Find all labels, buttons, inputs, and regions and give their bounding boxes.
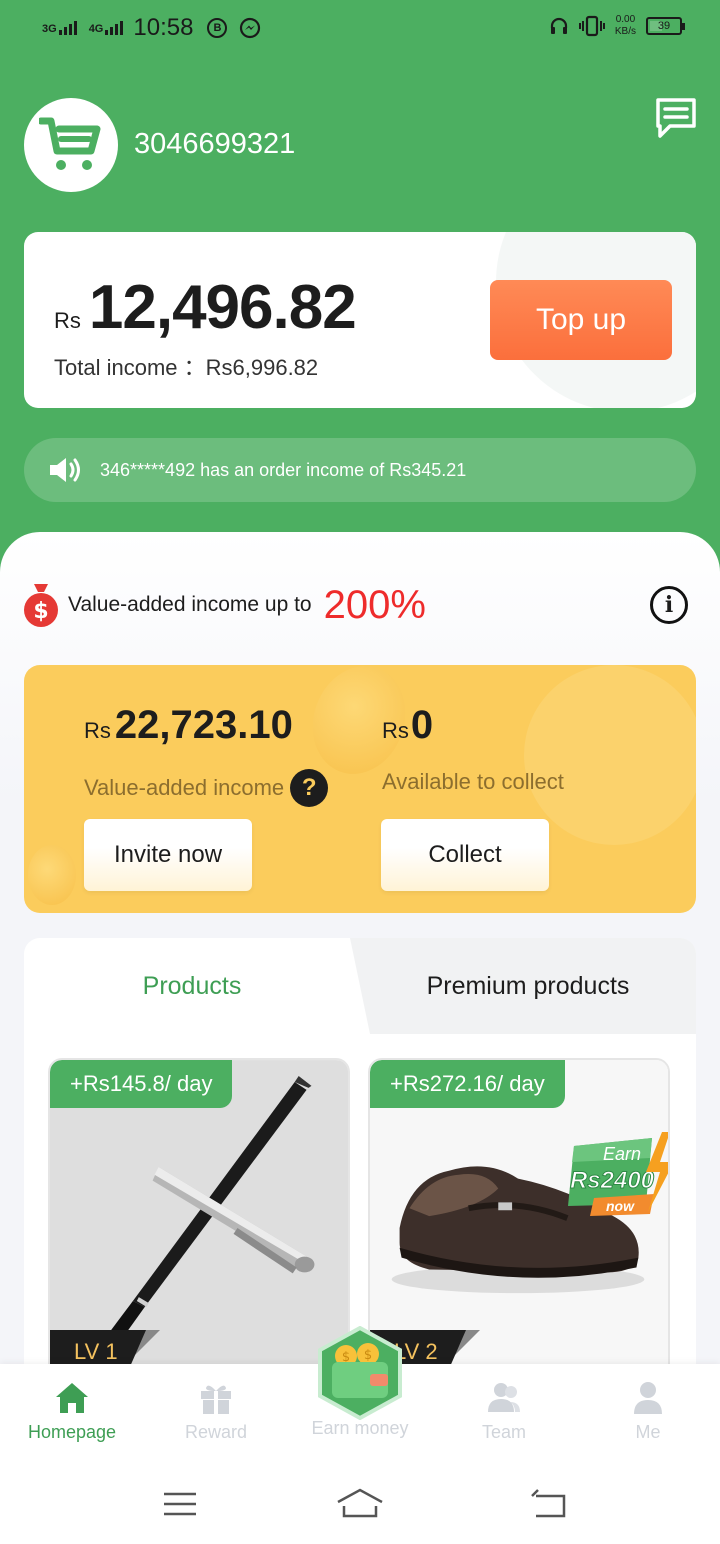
value-added-label: Value-added income ? — [84, 769, 329, 807]
nav-homepage[interactable]: Homepage — [0, 1380, 144, 1443]
messenger-icon — [240, 17, 261, 39]
promo-percent: 200% — [323, 582, 426, 627]
daily-income-tag: +Rs145.8/ day — [50, 1060, 233, 1108]
top-up-button[interactable]: Top up — [490, 280, 672, 360]
product-tabs: Products Premium products — [24, 938, 696, 1034]
battery-icon: 39 — [646, 17, 685, 35]
nav-me[interactable]: Me — [576, 1380, 720, 1443]
home-icon — [56, 1383, 88, 1413]
tab-premium-products[interactable]: Premium products — [360, 938, 696, 1034]
back-icon[interactable] — [528, 1484, 568, 1524]
question-icon[interactable]: ? — [290, 769, 329, 807]
daily-income-tag: +Rs272.16/ day — [370, 1060, 565, 1108]
available-label: Available to collect — [382, 769, 564, 794]
message-icon[interactable] — [654, 96, 698, 140]
info-icon[interactable]: i — [650, 586, 688, 624]
balance-card: Rs 12,496.82 Total income ：Rs6,996.82 To… — [24, 232, 696, 408]
person-icon — [634, 1382, 662, 1414]
tab-products[interactable]: Products — [24, 938, 360, 1034]
avatar[interactable] — [24, 98, 118, 192]
clock: 10:58 — [133, 14, 194, 41]
wallet-icon[interactable]: $ $ — [316, 1326, 404, 1420]
headphones-icon — [550, 17, 567, 34]
speaker-icon — [50, 458, 80, 482]
earn-badge-bottom: now — [606, 1198, 635, 1214]
signal-3g-icon: 3G — [42, 21, 77, 35]
balance-amount: 12,496.82 — [88, 273, 357, 342]
decor-circle — [524, 665, 696, 845]
value-added-card: Rs 22,723.10 Rs 0 Value-added income ? A… — [24, 665, 696, 913]
gift-icon — [201, 1385, 231, 1414]
earn-badge[interactable]: Earn Rs2400 now — [566, 1132, 670, 1228]
promo-row: $ Value-added income up to 200% — [22, 582, 426, 628]
balance-currency: Rs — [54, 308, 81, 333]
menu-icon[interactable] — [160, 1484, 200, 1524]
username: 3046699321 — [134, 128, 296, 160]
home-button-icon[interactable] — [336, 1484, 384, 1524]
available-amount: Rs 0 — [382, 703, 434, 747]
earn-badge-top: Earn — [603, 1144, 641, 1164]
b-app-icon: B — [207, 18, 228, 38]
invite-now-button[interactable]: Invite now — [84, 819, 252, 891]
net-speed: 0.00 KB/s — [614, 14, 636, 37]
money-bag-icon: $ — [24, 584, 58, 627]
product-card[interactable]: +Rs145.8/ day LV 1 — [48, 1058, 350, 1398]
product-card[interactable]: +Rs272.16/ day Earn Rs2400 now LV 2 — [368, 1058, 670, 1398]
status-bar: 3G 4G 10:58 B 0.00 KB/s 39 — [0, 0, 720, 58]
collect-button[interactable]: Collect — [381, 819, 549, 891]
promo-text: Value-added income up to — [68, 593, 312, 616]
shopping-cart-icon — [39, 117, 101, 170]
value-added-amount: Rs 22,723.10 — [84, 703, 293, 747]
total-income: Total income ：Rs6,996.82 — [54, 355, 319, 380]
earn-badge-amount: Rs2400 — [570, 1167, 655, 1194]
coin-decor-icon — [28, 845, 76, 905]
notice-banner[interactable]: 346*****492 has an order income of Rs345… — [24, 438, 696, 502]
nav-team[interactable]: Team — [432, 1380, 576, 1443]
system-nav-bar — [0, 1464, 720, 1544]
team-icon — [488, 1383, 520, 1412]
signal-4g-icon: 4G — [89, 21, 124, 35]
vibrate-icon — [578, 15, 605, 37]
nav-reward[interactable]: Reward — [144, 1380, 288, 1443]
svg-text:$: $ — [364, 1348, 372, 1363]
notice-text: 346*****492 has an order income of Rs345… — [100, 459, 467, 480]
svg-text:$: $ — [33, 599, 48, 624]
